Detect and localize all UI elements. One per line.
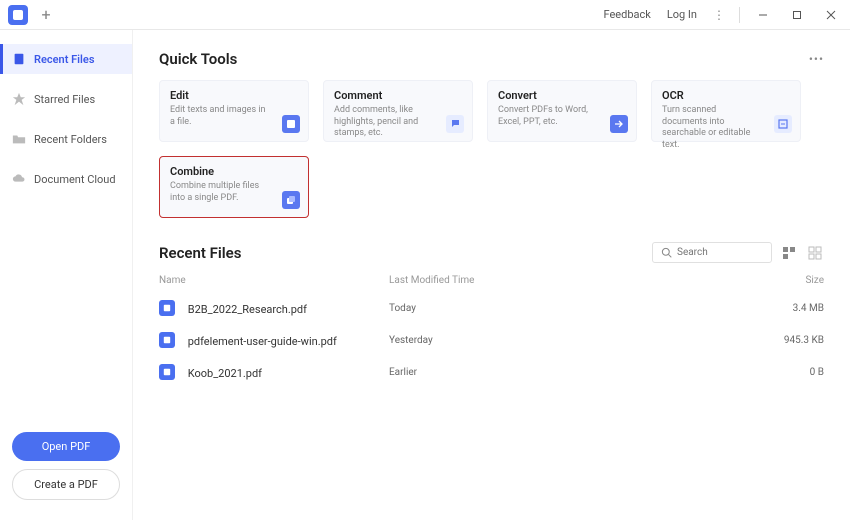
file-icon — [12, 52, 26, 66]
sidebar-item-label: Recent Folders — [34, 133, 107, 146]
tool-desc: Combine multiple files into a single PDF… — [170, 181, 270, 204]
pdf-file-icon — [159, 300, 175, 316]
window-maximize-button[interactable] — [782, 3, 812, 27]
sidebar-item-label: Document Cloud — [34, 173, 116, 186]
file-name: pdfelement-user-guide-win.pdf — [188, 335, 337, 348]
sidebar-item-document-cloud[interactable]: Document Cloud — [0, 164, 132, 194]
col-header-time: Last Modified Time — [389, 275, 744, 286]
titlebar: + Feedback Log In ⋮ — [0, 0, 850, 30]
search-box[interactable] — [652, 242, 772, 263]
comment-icon — [446, 115, 464, 133]
search-input[interactable] — [677, 247, 763, 258]
file-size: 3.4 MB — [744, 303, 824, 314]
tool-title: Comment — [334, 89, 462, 102]
sidebar-item-recent-files[interactable]: Recent Files — [0, 44, 132, 74]
login-link[interactable]: Log In — [661, 8, 703, 21]
quick-tools-grid: Edit Edit texts and images in a file. Co… — [159, 80, 824, 218]
file-time: Earlier — [389, 367, 744, 378]
sidebar-item-label: Starred Files — [34, 93, 95, 106]
file-size: 945.3 KB — [744, 335, 824, 346]
table-row[interactable]: Koob_2021.pdf Earlier 0 B — [159, 356, 824, 388]
ocr-icon — [774, 115, 792, 133]
tool-card-comment[interactable]: Comment Add comments, like highlights, p… — [323, 80, 473, 142]
open-pdf-button[interactable]: Open PDF — [12, 432, 120, 461]
tool-card-edit[interactable]: Edit Edit texts and images in a file. — [159, 80, 309, 142]
file-name: B2B_2022_Research.pdf — [188, 303, 307, 316]
file-time: Yesterday — [389, 335, 744, 346]
cloud-icon — [12, 172, 26, 186]
table-row[interactable]: pdfelement-user-guide-win.pdf Yesterday … — [159, 324, 824, 356]
file-time: Today — [389, 303, 744, 314]
table-row[interactable]: B2B_2022_Research.pdf Today 3.4 MB — [159, 292, 824, 324]
file-name: Koob_2021.pdf — [188, 367, 262, 380]
col-header-size: Size — [744, 275, 824, 286]
new-tab-button[interactable]: + — [34, 3, 58, 27]
tool-title: OCR — [662, 89, 790, 102]
tool-desc: Convert PDFs to Word, Excel, PPT, etc. — [498, 105, 598, 128]
pdf-file-icon — [159, 364, 175, 380]
sidebar-item-starred-files[interactable]: Starred Files — [0, 84, 132, 114]
tool-desc: Turn scanned documents into searchable o… — [662, 105, 762, 152]
window-minimize-button[interactable] — [748, 3, 778, 27]
pdf-file-icon — [159, 332, 175, 348]
tool-card-convert[interactable]: Convert Convert PDFs to Word, Excel, PPT… — [487, 80, 637, 142]
combine-icon — [282, 191, 300, 209]
list-view-button[interactable] — [780, 246, 798, 260]
tool-desc: Edit texts and images in a file. — [170, 105, 270, 128]
quick-tools-more-button[interactable]: ••• — [809, 52, 824, 66]
more-menu-button[interactable]: ⋮ — [707, 8, 731, 22]
folder-icon — [12, 132, 26, 146]
create-pdf-button[interactable]: Create a PDF — [12, 469, 120, 500]
edit-icon — [282, 115, 300, 133]
tool-card-ocr[interactable]: OCR Turn scanned documents into searchab… — [651, 80, 801, 142]
tool-card-combine[interactable]: Combine Combine multiple files into a si… — [159, 156, 309, 218]
recent-files-heading: Recent Files — [159, 244, 241, 262]
table-header: Name Last Modified Time Size — [159, 271, 824, 292]
tool-title: Edit — [170, 89, 298, 102]
tool-title: Combine — [170, 165, 298, 178]
sidebar-item-recent-folders[interactable]: Recent Folders — [0, 124, 132, 154]
star-icon — [12, 92, 26, 106]
convert-icon — [610, 115, 628, 133]
file-size: 0 B — [744, 367, 824, 378]
sidebar: Recent Files Starred Files Recent Folder… — [0, 30, 133, 520]
col-header-name: Name — [159, 275, 389, 286]
tool-desc: Add comments, like highlights, pencil an… — [334, 105, 434, 140]
feedback-link[interactable]: Feedback — [597, 8, 656, 21]
search-icon — [661, 247, 672, 258]
grid-view-button[interactable] — [806, 246, 824, 260]
window-close-button[interactable] — [816, 3, 846, 27]
separator — [739, 7, 740, 23]
quick-tools-heading: Quick Tools — [159, 50, 237, 68]
tool-title: Convert — [498, 89, 626, 102]
main-panel: Quick Tools ••• Edit Edit texts and imag… — [133, 30, 850, 520]
app-logo-icon — [8, 5, 28, 25]
sidebar-item-label: Recent Files — [34, 53, 94, 66]
